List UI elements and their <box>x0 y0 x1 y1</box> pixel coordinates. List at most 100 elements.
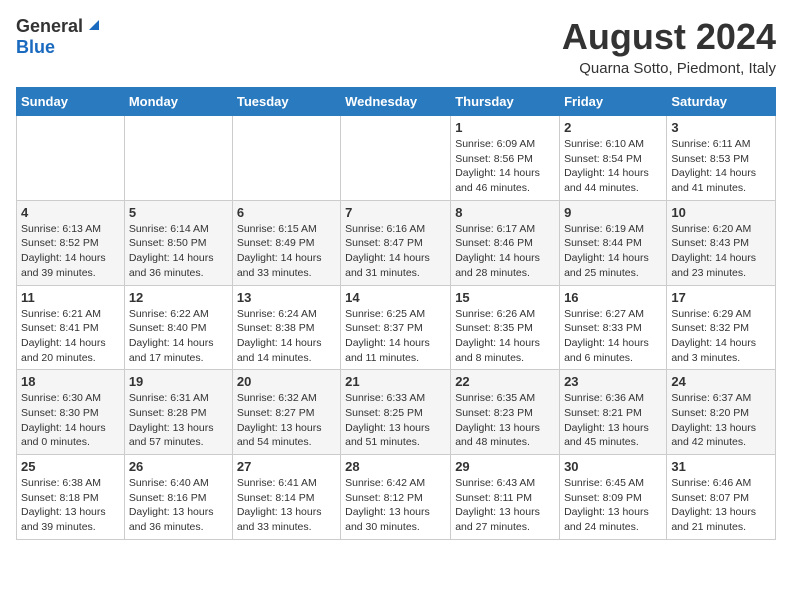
day-number: 1 <box>455 120 555 135</box>
calendar-cell: 29 Sunrise: 6:43 AMSunset: 8:11 PMDayligh… <box>451 455 560 540</box>
calendar-cell: 13 Sunrise: 6:24 AMSunset: 8:38 PMDayligh… <box>232 285 340 370</box>
day-info: Sunrise: 6:46 AMSunset: 8:07 PMDaylight:… <box>671 476 771 535</box>
day-info: Sunrise: 6:43 AMSunset: 8:11 PMDaylight:… <box>455 476 555 535</box>
header-monday: Monday <box>124 88 232 116</box>
calendar-cell: 9Sunrise: 6:19 AMSunset: 8:44 PMDaylight… <box>560 200 667 285</box>
calendar-table: SundayMondayTuesdayWednesdayThursdayFrid… <box>16 87 776 540</box>
day-number: 23 <box>564 374 662 389</box>
calendar-cell: 27 Sunrise: 6:41 AMSunset: 8:14 PMDayligh… <box>232 455 340 540</box>
header-wednesday: Wednesday <box>341 88 451 116</box>
day-info: Sunrise: 6:11 AMSunset: 8:53 PMDaylight:… <box>671 137 771 196</box>
day-number: 13 <box>237 290 336 305</box>
calendar-cell: 11Sunrise: 6:21 AMSunset: 8:41 PMDayligh… <box>17 285 125 370</box>
calendar-cell: 3Sunrise: 6:11 AMSunset: 8:53 PMDaylight… <box>667 116 776 201</box>
header-sunday: Sunday <box>17 88 125 116</box>
day-number: 22 <box>455 374 555 389</box>
day-number: 21 <box>345 374 446 389</box>
calendar-cell: 4 Sunrise: 6:13 AMSunset: 8:52 PMDaylight… <box>17 200 125 285</box>
day-info: Sunrise: 6:35 AMSunset: 8:23 PMDaylight:… <box>455 391 555 450</box>
month-title: August 2024 <box>562 16 776 58</box>
header-tuesday: Tuesday <box>232 88 340 116</box>
calendar-week-2: 4 Sunrise: 6:13 AMSunset: 8:52 PMDaylight… <box>17 200 776 285</box>
day-number: 31 <box>671 459 771 474</box>
logo-blue-text: Blue <box>16 37 55 58</box>
day-info: Sunrise: 6:24 AMSunset: 8:38 PMDaylight:… <box>237 307 336 366</box>
calendar-cell: 6 Sunrise: 6:15 AMSunset: 8:49 PMDaylight… <box>232 200 340 285</box>
day-info: Sunrise: 6:33 AMSunset: 8:25 PMDaylight:… <box>345 391 446 450</box>
day-info: Sunrise: 6:14 AMSunset: 8:50 PMDaylight:… <box>129 222 228 281</box>
calendar-cell <box>341 116 451 201</box>
calendar-week-3: 11Sunrise: 6:21 AMSunset: 8:41 PMDayligh… <box>17 285 776 370</box>
calendar-cell: 28 Sunrise: 6:42 AMSunset: 8:12 PMDayligh… <box>341 455 451 540</box>
day-number: 6 <box>237 205 336 220</box>
calendar-cell <box>17 116 125 201</box>
calendar-week-4: 18Sunrise: 6:30 AMSunset: 8:30 PMDayligh… <box>17 370 776 455</box>
logo: General Blue <box>16 16 103 58</box>
location-text: Quarna Sotto, Piedmont, Italy <box>562 60 776 77</box>
day-info: Sunrise: 6:32 AMSunset: 8:27 PMDaylight:… <box>237 391 336 450</box>
day-number: 9 <box>564 205 662 220</box>
logo-general-text: General <box>16 16 83 37</box>
day-info: Sunrise: 6:38 AMSunset: 8:18 PMDaylight:… <box>21 476 120 535</box>
day-info: Sunrise: 6:41 AMSunset: 8:14 PMDaylight:… <box>237 476 336 535</box>
day-number: 29 <box>455 459 555 474</box>
page-header: General Blue August 2024 Quarna Sotto, P… <box>16 16 776 77</box>
calendar-cell: 15 Sunrise: 6:26 AMSunset: 8:35 PMDayligh… <box>451 285 560 370</box>
calendar-cell: 30 Sunrise: 6:45 AMSunset: 8:09 PMDayligh… <box>560 455 667 540</box>
day-info: Sunrise: 6:09 AMSunset: 8:56 PMDaylight:… <box>455 137 555 196</box>
header-saturday: Saturday <box>667 88 776 116</box>
calendar-cell: 19 Sunrise: 6:31 AMSunset: 8:28 PMDayligh… <box>124 370 232 455</box>
day-number: 12 <box>129 290 228 305</box>
day-number: 16 <box>564 290 662 305</box>
day-number: 26 <box>129 459 228 474</box>
day-info: Sunrise: 6:42 AMSunset: 8:12 PMDaylight:… <box>345 476 446 535</box>
day-info: Sunrise: 6:27 AMSunset: 8:33 PMDaylight:… <box>564 307 662 366</box>
day-number: 20 <box>237 374 336 389</box>
day-number: 14 <box>345 290 446 305</box>
day-number: 30 <box>564 459 662 474</box>
day-info: Sunrise: 6:30 AMSunset: 8:30 PMDaylight:… <box>21 391 120 450</box>
calendar-week-1: 1 Sunrise: 6:09 AMSunset: 8:56 PMDaylight… <box>17 116 776 201</box>
day-info: Sunrise: 6:22 AMSunset: 8:40 PMDaylight:… <box>129 307 228 366</box>
calendar-cell: 2 Sunrise: 6:10 AMSunset: 8:54 PMDaylight… <box>560 116 667 201</box>
day-info: Sunrise: 6:17 AMSunset: 8:46 PMDaylight:… <box>455 222 555 281</box>
calendar-cell: 1 Sunrise: 6:09 AMSunset: 8:56 PMDaylight… <box>451 116 560 201</box>
day-info: Sunrise: 6:26 AMSunset: 8:35 PMDaylight:… <box>455 307 555 366</box>
calendar-cell <box>232 116 340 201</box>
header-friday: Friday <box>560 88 667 116</box>
calendar-cell: 17Sunrise: 6:29 AMSunset: 8:32 PMDayligh… <box>667 285 776 370</box>
calendar-cell: 7Sunrise: 6:16 AMSunset: 8:47 PMDaylight… <box>341 200 451 285</box>
day-info: Sunrise: 6:13 AMSunset: 8:52 PMDaylight:… <box>21 222 120 281</box>
calendar-cell: 21 Sunrise: 6:33 AMSunset: 8:25 PMDayligh… <box>341 370 451 455</box>
day-info: Sunrise: 6:36 AMSunset: 8:21 PMDaylight:… <box>564 391 662 450</box>
day-info: Sunrise: 6:25 AMSunset: 8:37 PMDaylight:… <box>345 307 446 366</box>
calendar-cell: 5Sunrise: 6:14 AMSunset: 8:50 PMDaylight… <box>124 200 232 285</box>
calendar-cell: 22 Sunrise: 6:35 AMSunset: 8:23 PMDayligh… <box>451 370 560 455</box>
day-number: 25 <box>21 459 120 474</box>
day-number: 19 <box>129 374 228 389</box>
title-area: August 2024 Quarna Sotto, Piedmont, Ital… <box>562 16 776 77</box>
calendar-cell: 26 Sunrise: 6:40 AMSunset: 8:16 PMDayligh… <box>124 455 232 540</box>
day-number: 15 <box>455 290 555 305</box>
calendar-cell <box>124 116 232 201</box>
calendar-cell: 8Sunrise: 6:17 AMSunset: 8:46 PMDaylight… <box>451 200 560 285</box>
header-thursday: Thursday <box>451 88 560 116</box>
calendar-week-5: 25 Sunrise: 6:38 AMSunset: 8:18 PMDayligh… <box>17 455 776 540</box>
day-number: 4 <box>21 205 120 220</box>
calendar-cell: 20 Sunrise: 6:32 AMSunset: 8:27 PMDayligh… <box>232 370 340 455</box>
day-number: 2 <box>564 120 662 135</box>
calendar-cell: 16 Sunrise: 6:27 AMSunset: 8:33 PMDayligh… <box>560 285 667 370</box>
day-info: Sunrise: 6:40 AMSunset: 8:16 PMDaylight:… <box>129 476 228 535</box>
day-number: 10 <box>671 205 771 220</box>
day-info: Sunrise: 6:45 AMSunset: 8:09 PMDaylight:… <box>564 476 662 535</box>
day-info: Sunrise: 6:15 AMSunset: 8:49 PMDaylight:… <box>237 222 336 281</box>
day-number: 7 <box>345 205 446 220</box>
calendar-cell: 24Sunrise: 6:37 AMSunset: 8:20 PMDayligh… <box>667 370 776 455</box>
day-number: 24 <box>671 374 771 389</box>
day-number: 27 <box>237 459 336 474</box>
calendar-cell: 12 Sunrise: 6:22 AMSunset: 8:40 PMDayligh… <box>124 285 232 370</box>
day-info: Sunrise: 6:10 AMSunset: 8:54 PMDaylight:… <box>564 137 662 196</box>
day-info: Sunrise: 6:31 AMSunset: 8:28 PMDaylight:… <box>129 391 228 450</box>
calendar-cell: 23 Sunrise: 6:36 AMSunset: 8:21 PMDayligh… <box>560 370 667 455</box>
day-number: 28 <box>345 459 446 474</box>
